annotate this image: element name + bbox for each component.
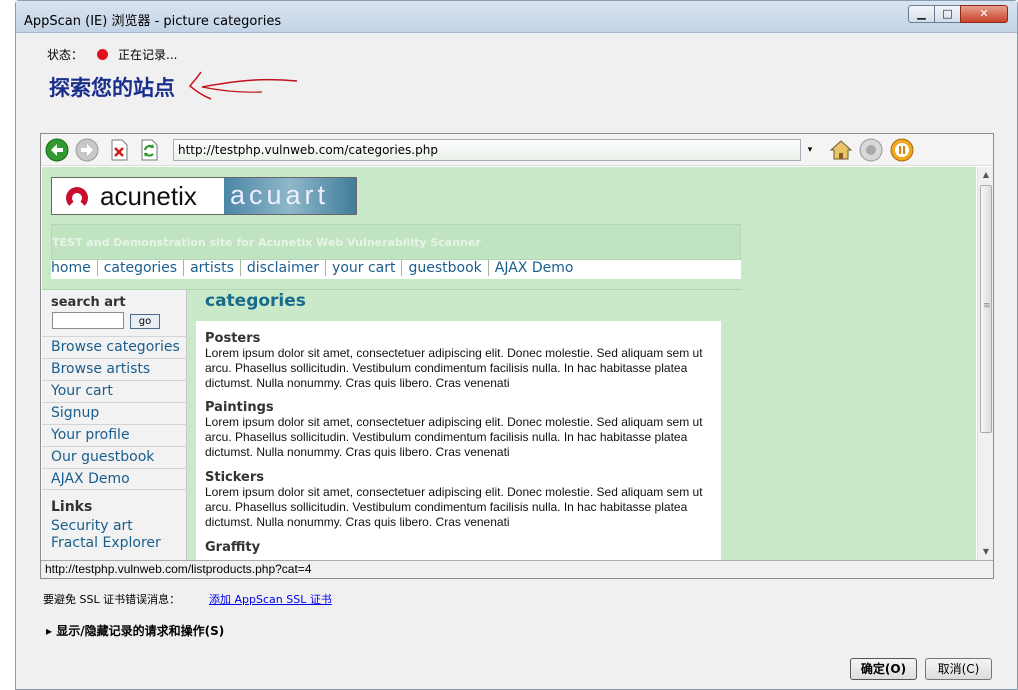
home-icon[interactable] <box>829 138 853 162</box>
nav-disclaimer[interactable]: disclaimer <box>239 260 325 276</box>
categories-list: Posters Lorem ipsum dolor sit amet, cons… <box>196 321 721 560</box>
category-desc: Lorem ipsum dolor sit amet, consectetuer… <box>205 485 703 529</box>
sidebar-item-your-cart[interactable]: Your cart <box>42 380 187 402</box>
stop-icon[interactable] <box>107 138 131 162</box>
site-logo[interactable]: acunetix acuart <box>51 177 357 215</box>
category-title-graffity[interactable]: Graffity <box>205 540 260 555</box>
scroll-down-icon[interactable]: ▼ <box>978 544 994 560</box>
content-title: categories <box>205 291 306 311</box>
sidebar-item-ajax-demo[interactable]: AJAX Demo <box>42 468 187 490</box>
ssl-hint: 要避免 SSL 证书错误消息： <box>43 593 181 606</box>
web-page: acunetix acuart TEST and Demonstration s… <box>42 167 976 560</box>
top-nav: home categories artists disclaimer your cart… <box>51 260 741 279</box>
page-heading: 探索您的站点 <box>49 75 175 100</box>
sidebar: search art go Browse categories Browse a… <box>42 290 187 560</box>
scroll-up-icon[interactable]: ▲ <box>978 167 994 183</box>
cancel-button[interactable]: 取消(C) <box>925 658 992 680</box>
vertical-scrollbar[interactable]: ▲ ≡ ▼ <box>977 167 993 560</box>
record-stop-icon[interactable] <box>859 138 883 162</box>
recording-dot-icon <box>97 49 108 60</box>
status-label: 状态： <box>47 48 84 62</box>
category-title-paintings[interactable]: Paintings <box>205 400 274 415</box>
annotation-arrow-icon <box>188 71 298 100</box>
links-title: Links <box>51 499 93 515</box>
logo-acuart: acuart <box>224 178 356 214</box>
sidebar-item-browse-artists[interactable]: Browse artists <box>42 358 187 380</box>
minimize-button[interactable]: ▁ <box>908 5 935 23</box>
refresh-icon[interactable] <box>137 138 161 162</box>
maximize-button[interactable]: □ <box>934 5 961 23</box>
nav-artists[interactable]: artists <box>183 260 240 276</box>
dialog-body: 状态： 正在记录... 探索您的站点 http://testphp.vulnwe… <box>24 34 1011 689</box>
sidebar-item-your-profile[interactable]: Your profile <box>42 424 187 446</box>
pause-icon[interactable] <box>890 138 914 162</box>
browser-status-bar: http://testphp.vulnweb.com/listproducts.… <box>41 560 993 578</box>
status-text: 正在记录... <box>118 48 178 62</box>
grip-icon: ≡ <box>983 301 991 311</box>
link-security-art[interactable]: Security art <box>51 518 133 534</box>
window-title: AppScan (IE) 浏览器 - picture categories <box>24 14 282 29</box>
toggle-recorded-requests[interactable]: ▸ 显示/隐藏记录的请求和操作(S) <box>46 622 224 639</box>
address-bar[interactable]: http://testphp.vulnweb.com/categories.ph… <box>173 139 801 161</box>
go-button[interactable]: go <box>130 314 160 329</box>
link-fractal-explorer[interactable]: Fractal Explorer <box>51 535 161 551</box>
category-desc: Lorem ipsum dolor sit amet, consectetuer… <box>205 346 703 390</box>
status-url: http://testphp.vulnweb.com/listproducts.… <box>45 562 312 576</box>
add-ssl-cert-link[interactable]: 添加 AppScan SSL 证书 <box>209 591 332 607</box>
logo-acunetix: acunetix <box>52 178 224 214</box>
category-title-posters[interactable]: Posters <box>205 331 260 346</box>
back-arrow-icon[interactable] <box>45 138 69 162</box>
search-input[interactable] <box>52 312 124 329</box>
ok-button[interactable]: 确定(O) <box>850 658 917 680</box>
close-button[interactable]: ✕ <box>960 5 1008 23</box>
sidebar-item-browse-categories[interactable]: Browse categories <box>42 336 187 358</box>
appscan-browser-window: AppScan (IE) 浏览器 - picture categories ▁ … <box>15 0 1018 690</box>
site-tagline: TEST and Demonstration site for Acunetix… <box>52 236 481 249</box>
category-desc: Lorem ipsum dolor sit amet, consectetuer… <box>205 415 703 459</box>
category-title-stickers[interactable]: Stickers <box>205 470 264 485</box>
nav-your-cart[interactable]: your cart <box>325 260 401 276</box>
scroll-thumb[interactable]: ≡ <box>980 185 992 433</box>
sidebar-item-signup[interactable]: Signup <box>42 402 187 424</box>
nav-guestbook[interactable]: guestbook <box>401 260 487 276</box>
logo-left-text: acunetix <box>100 181 197 211</box>
embedded-browser: http://testphp.vulnweb.com/categories.ph… <box>40 133 994 579</box>
logo-right-text: acuart <box>230 180 330 210</box>
browser-toolbar: http://testphp.vulnweb.com/categories.ph… <box>41 134 993 166</box>
tagline-bar: TEST and Demonstration site for Acunetix… <box>51 224 741 260</box>
sidebar-item-our-guestbook[interactable]: Our guestbook <box>42 446 187 468</box>
search-title: search art <box>51 295 126 310</box>
forward-arrow-icon[interactable] <box>75 138 99 162</box>
acunetix-logo-icon <box>66 187 88 209</box>
nav-categories[interactable]: categories <box>96 260 183 276</box>
nav-ajax-demo[interactable]: AJAX Demo <box>487 260 580 276</box>
title-bar: AppScan (IE) 浏览器 - picture categories ▁ … <box>16 1 1017 33</box>
nav-home[interactable]: home <box>51 260 97 276</box>
address-dropdown-icon[interactable]: ▾ <box>803 139 817 161</box>
